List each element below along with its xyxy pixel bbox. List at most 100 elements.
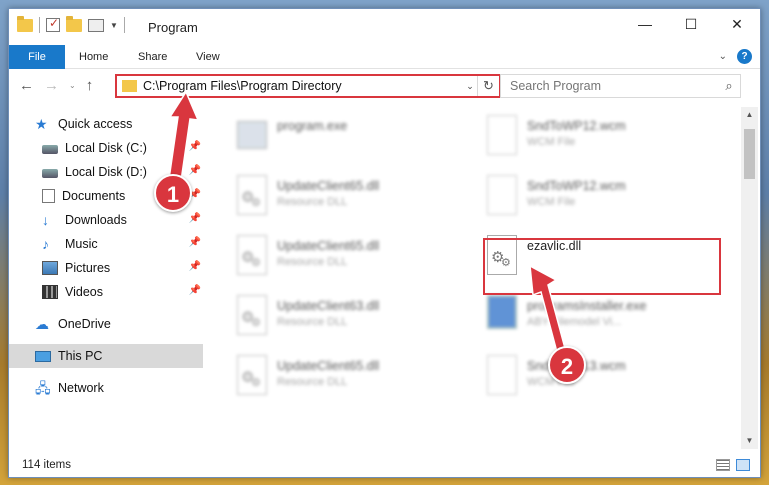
- dll-file-icon: ⚙ ⚙: [237, 175, 267, 215]
- up-arrow-icon[interactable]: ↑: [86, 77, 94, 94]
- pin-icon[interactable]: 📌: [189, 165, 201, 176]
- dll-file-icon: ⚙ ⚙: [237, 235, 267, 275]
- address-bar[interactable]: C:\Program Files\Program Directory ⌄ ↻: [115, 74, 501, 98]
- sidebar-item-this-pc[interactable]: This PC: [9, 344, 203, 368]
- file-item[interactable]: SndToWP13.wcm WCM File: [487, 355, 717, 407]
- pin-icon[interactable]: 📌: [189, 237, 201, 248]
- refresh-icon[interactable]: ↻: [477, 76, 499, 96]
- file-name: SndToWP12.wcm: [527, 179, 626, 193]
- sidebar-item-label: Videos: [65, 285, 103, 299]
- vertical-scrollbar[interactable]: ▲ ▼: [741, 107, 758, 449]
- forward-arrow-icon[interactable]: →: [44, 77, 59, 94]
- close-button[interactable]: ✕: [714, 9, 760, 39]
- file-name: program.exe: [277, 119, 348, 133]
- file-item[interactable]: programsInstaller.exe ABY Filemodel Vi..…: [487, 295, 717, 347]
- file-item[interactable]: ⚙ ⚙ UpdateClient65.dll Resource DLL: [237, 355, 467, 407]
- videos-icon: [42, 285, 58, 299]
- dll-file-icon: ⚙ ⚙: [237, 295, 267, 335]
- properties-check-icon[interactable]: [46, 16, 60, 32]
- sidebar-item-label: Music: [65, 237, 98, 251]
- navigation-pane: ★ Quick access Local Disk (C:) 📌 Local D…: [9, 107, 203, 449]
- view-toggle: [716, 459, 750, 471]
- status-bar: 114 items: [9, 455, 760, 477]
- sidebar-item-onedrive[interactable]: ☁ OneDrive: [9, 312, 203, 336]
- expand-ribbon-icon[interactable]: ⌄: [719, 51, 727, 62]
- pin-icon[interactable]: 📌: [189, 285, 201, 296]
- quick-access-toolbar: ▼: [17, 15, 125, 33]
- scroll-thumb[interactable]: [744, 129, 755, 179]
- back-arrow-icon[interactable]: ←: [19, 77, 34, 94]
- file-item[interactable]: SndToWP12.wcm WCM File: [487, 115, 717, 167]
- sidebar-item-label: Documents: [62, 189, 126, 203]
- file-name: UpdateClient63.dll: [277, 299, 380, 313]
- dll-file-icon: ⚙ ⚙: [237, 355, 267, 395]
- pin-icon[interactable]: 📌: [189, 141, 201, 152]
- minimize-button[interactable]: —: [622, 9, 668, 39]
- wcm-file-icon: [487, 115, 517, 155]
- customize-icon[interactable]: [88, 18, 104, 32]
- sidebar-item-network[interactable]: 🖧 Network: [9, 376, 203, 400]
- sidebar-item-label: OneDrive: [58, 317, 111, 331]
- address-dropdown-icon[interactable]: ⌄: [463, 81, 477, 92]
- nav-buttons: ← → ⌄ ↑: [19, 77, 93, 94]
- window-title: Program: [148, 20, 198, 35]
- qat-dropdown-icon[interactable]: ▼: [110, 21, 118, 30]
- installer-file-icon: [487, 295, 517, 329]
- file-item[interactable]: ⚙ ⚙ UpdateClient63.dll Resource DLL: [237, 295, 467, 347]
- search-box[interactable]: ⌕: [500, 74, 741, 98]
- details-view-icon[interactable]: [716, 459, 730, 471]
- sidebar-item-videos[interactable]: Videos 📌: [9, 280, 203, 304]
- search-icon[interactable]: ⌕: [718, 78, 740, 94]
- file-type: WCM File: [527, 196, 576, 208]
- sidebar-item-label: Downloads: [65, 213, 127, 227]
- sidebar-item-pictures[interactable]: Pictures 📌: [9, 256, 203, 280]
- sidebar-item-label: Local Disk (D:): [65, 165, 147, 179]
- file-item[interactable]: ⚙ ⚙ UpdateClient65.dll Resource DLL: [237, 175, 467, 227]
- sidebar-item-quick-access[interactable]: ★ Quick access: [9, 112, 203, 136]
- folder-icon: [17, 15, 33, 32]
- recent-locations-icon[interactable]: ⌄: [69, 81, 76, 90]
- sidebar-item-label: Network: [58, 381, 104, 395]
- pin-icon[interactable]: 📌: [189, 261, 201, 272]
- scroll-down-icon[interactable]: ▼: [741, 433, 758, 449]
- address-path[interactable]: C:\Program Files\Program Directory: [143, 79, 463, 93]
- file-list: program.exe ⚙ ⚙ UpdateClient65.dll Resour…: [219, 107, 739, 449]
- download-icon: ↓: [42, 212, 49, 228]
- cloud-icon: ☁: [35, 316, 49, 332]
- sidebar-item-music[interactable]: ♪ Music 📌: [9, 232, 203, 256]
- window-controls: — ☐ ✕: [622, 9, 760, 39]
- tab-home[interactable]: Home: [79, 45, 108, 69]
- file-name: UpdateClient65.dll: [277, 179, 380, 193]
- new-folder-icon[interactable]: [66, 15, 82, 32]
- file-item[interactable]: program.exe: [237, 115, 467, 167]
- tab-file[interactable]: File: [9, 45, 65, 69]
- sidebar-item-local-disk-c[interactable]: Local Disk (C:) 📌: [9, 136, 203, 160]
- file-item[interactable]: ⚙ ⚙ UpdateClient65.dll Resource DLL: [237, 235, 467, 287]
- tab-share[interactable]: Share: [138, 45, 167, 69]
- ribbon-right-controls: ⌄ ?: [719, 49, 752, 64]
- toolbar-divider: [123, 17, 125, 33]
- search-input[interactable]: [501, 79, 718, 93]
- file-type: Resource DLL: [277, 196, 348, 208]
- help-icon[interactable]: ?: [737, 49, 752, 64]
- file-explorer-window: ▼ Program — ☐ ✕ File Home Share View ⌄ ?…: [8, 8, 761, 478]
- step-1-badge: 1: [154, 174, 192, 212]
- disk-icon: [42, 169, 58, 178]
- file-item[interactable]: SndToWP12.wcm WCM File: [487, 175, 717, 227]
- highlight-box-file: [483, 238, 721, 295]
- scroll-up-icon[interactable]: ▲: [741, 107, 758, 123]
- documents-icon: [42, 189, 55, 203]
- maximize-button[interactable]: ☐: [668, 9, 714, 39]
- file-type: ABY Filemodel Vi...: [527, 316, 622, 328]
- tab-view[interactable]: View: [196, 45, 220, 69]
- file-type: Resource DLL: [277, 376, 348, 388]
- toolbar-divider: [39, 17, 40, 33]
- pc-icon: [35, 350, 51, 362]
- large-icons-view-icon[interactable]: [736, 459, 750, 471]
- file-name: UpdateClient65.dll: [277, 239, 380, 253]
- sidebar-item-label: Quick access: [58, 117, 133, 131]
- music-icon: ♪: [42, 236, 49, 252]
- pin-icon[interactable]: 📌: [189, 213, 201, 224]
- navigation-bar: ← → ⌄ ↑ C:\Program Files\Program Directo…: [9, 69, 760, 103]
- title-bar: ▼ Program — ☐ ✕: [9, 9, 760, 45]
